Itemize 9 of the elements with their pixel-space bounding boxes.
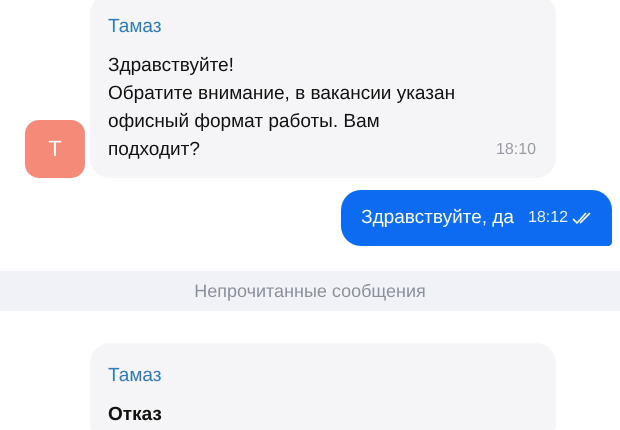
message-text: Отказ: [108, 403, 163, 427]
avatar[interactable]: Т: [25, 120, 85, 178]
message-time: 18:12: [528, 208, 568, 228]
divider-label: Непрочитанные сообщения: [194, 280, 426, 302]
sender-name[interactable]: Тамаз: [108, 16, 162, 38]
message-text: Здравствуйте, да: [361, 207, 514, 229]
sender-name[interactable]: Тамаз: [108, 365, 162, 387]
message-text: Здравствуйте! Обратите внимание, в вакансии указан офисный формат работы. Вам подходит?: [108, 54, 456, 162]
message-time: 18:10: [496, 140, 536, 160]
